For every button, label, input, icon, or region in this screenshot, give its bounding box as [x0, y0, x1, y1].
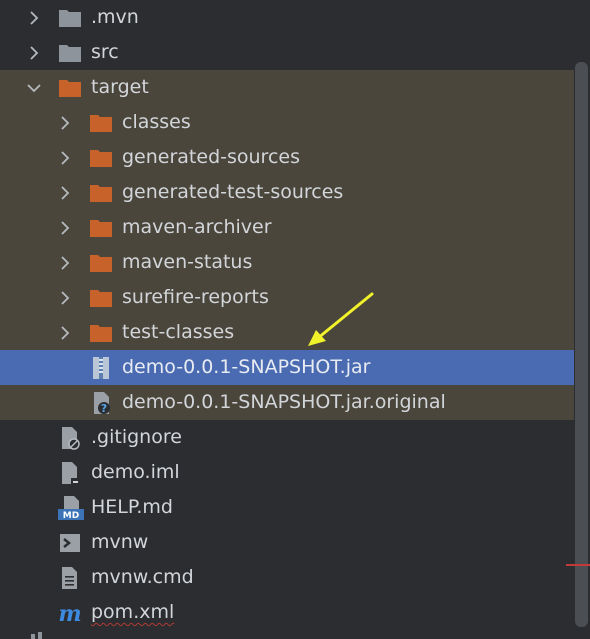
tree-item-generated-test-sources[interactable]: generated-test-sources — [0, 175, 574, 210]
tree-item-mvnw-cmd[interactable]: mvnw.cmd — [0, 560, 574, 595]
tree-item-label: demo-0.0.1-SNAPSHOT.jar.original — [122, 391, 446, 413]
tree-item-classes[interactable]: classes — [0, 105, 574, 140]
folder-icon — [58, 6, 82, 30]
tree-item-label: mvnw — [91, 531, 149, 553]
excluded-folder-icon — [89, 321, 113, 345]
tree-item-demo-0-0-1-snapshot-jar-original[interactable]: ? demo-0.0.1-SNAPSHOT.jar.original — [0, 385, 574, 420]
tree-item-src[interactable]: src — [0, 35, 574, 70]
tree-item-maven-status[interactable]: maven-status — [0, 245, 574, 280]
tree-item-demo-iml[interactable]: demo.iml — [0, 455, 574, 490]
chevron-right-icon[interactable] — [57, 184, 73, 200]
tree-item-generated-sources[interactable]: generated-sources — [0, 140, 574, 175]
tree-item-target[interactable]: target — [0, 70, 574, 105]
tree-item-label: demo-0.0.1-SNAPSHOT.jar — [122, 356, 371, 378]
tree-item-label: pom.xml — [91, 601, 175, 623]
tree-item-label: generated-test-sources — [122, 181, 344, 203]
tree-item-label: classes — [122, 111, 191, 133]
scrollbar-thumb[interactable] — [575, 62, 588, 627]
svg-text:MD: MD — [63, 511, 79, 520]
tree-item-label: generated-sources — [122, 146, 300, 168]
shell-script-icon — [58, 531, 82, 555]
chevron-right-icon[interactable] — [57, 289, 73, 305]
unknown-file-icon: ? — [89, 391, 113, 415]
tree-item-label: maven-status — [122, 251, 253, 273]
chevron-right-icon[interactable] — [57, 254, 73, 270]
error-stripe-marker[interactable] — [566, 564, 590, 566]
text-file-icon — [58, 566, 82, 590]
tree-item-gitignore[interactable]: .gitignore — [0, 420, 574, 455]
tree-item-label: .mvn — [91, 6, 139, 28]
tree-item-help-md[interactable]: MD HELP.md — [0, 490, 574, 525]
tree-item-maven-archiver[interactable]: maven-archiver — [0, 210, 574, 245]
svg-text:m: m — [58, 601, 81, 625]
folder-icon — [58, 41, 82, 65]
excluded-folder-icon — [89, 111, 113, 135]
chevron-right-icon[interactable] — [57, 219, 73, 235]
tree-item-label: test-classes — [122, 321, 235, 343]
chevron-right-icon[interactable] — [57, 114, 73, 130]
tree-item-label: src — [91, 41, 119, 63]
excluded-folder-icon — [58, 76, 82, 100]
tree-item-mvnw[interactable]: mvnw — [0, 525, 574, 560]
project-tree: .mvn src target classes generated-source… — [0, 0, 590, 639]
tree-item-label: target — [91, 76, 149, 98]
tree-item-label: demo.iml — [91, 461, 180, 483]
chevron-right-icon[interactable] — [26, 9, 42, 25]
tree-item-label: surefire-reports — [122, 286, 269, 308]
tree-item-pom-xml[interactable]: m pom.xml — [0, 595, 574, 630]
module-file-icon — [58, 461, 82, 485]
tree-item-surefire-reports[interactable]: surefire-reports — [0, 280, 574, 315]
tree-item-label: mvnw.cmd — [91, 566, 194, 588]
excluded-folder-icon — [89, 251, 113, 275]
jar-archive-icon — [89, 356, 113, 380]
chevron-right-icon[interactable] — [26, 44, 42, 60]
chevron-down-icon[interactable] — [26, 79, 42, 95]
markdown-file-icon: MD — [58, 496, 84, 521]
tree-item-label: maven-archiver — [122, 216, 272, 238]
excluded-folder-icon — [89, 181, 113, 205]
chevron-right-icon[interactable] — [57, 324, 73, 340]
tree-item-test-classes[interactable]: test-classes — [0, 315, 574, 350]
partial-row-icon — [31, 632, 42, 639]
chevron-right-icon[interactable] — [57, 149, 73, 165]
tree-item-demo-0-0-1-snapshot-jar[interactable]: demo-0.0.1-SNAPSHOT.jar — [0, 350, 574, 385]
tree-item-mvn[interactable]: .mvn — [0, 0, 574, 35]
tree-item-label: HELP.md — [91, 496, 173, 518]
excluded-folder-icon — [89, 286, 113, 310]
ignore-file-icon — [58, 426, 82, 450]
excluded-folder-icon — [89, 216, 113, 240]
excluded-folder-icon — [89, 146, 113, 170]
tree-item-label: .gitignore — [91, 426, 182, 448]
svg-text:?: ? — [101, 402, 107, 415]
maven-pom-icon: m — [58, 601, 82, 627]
